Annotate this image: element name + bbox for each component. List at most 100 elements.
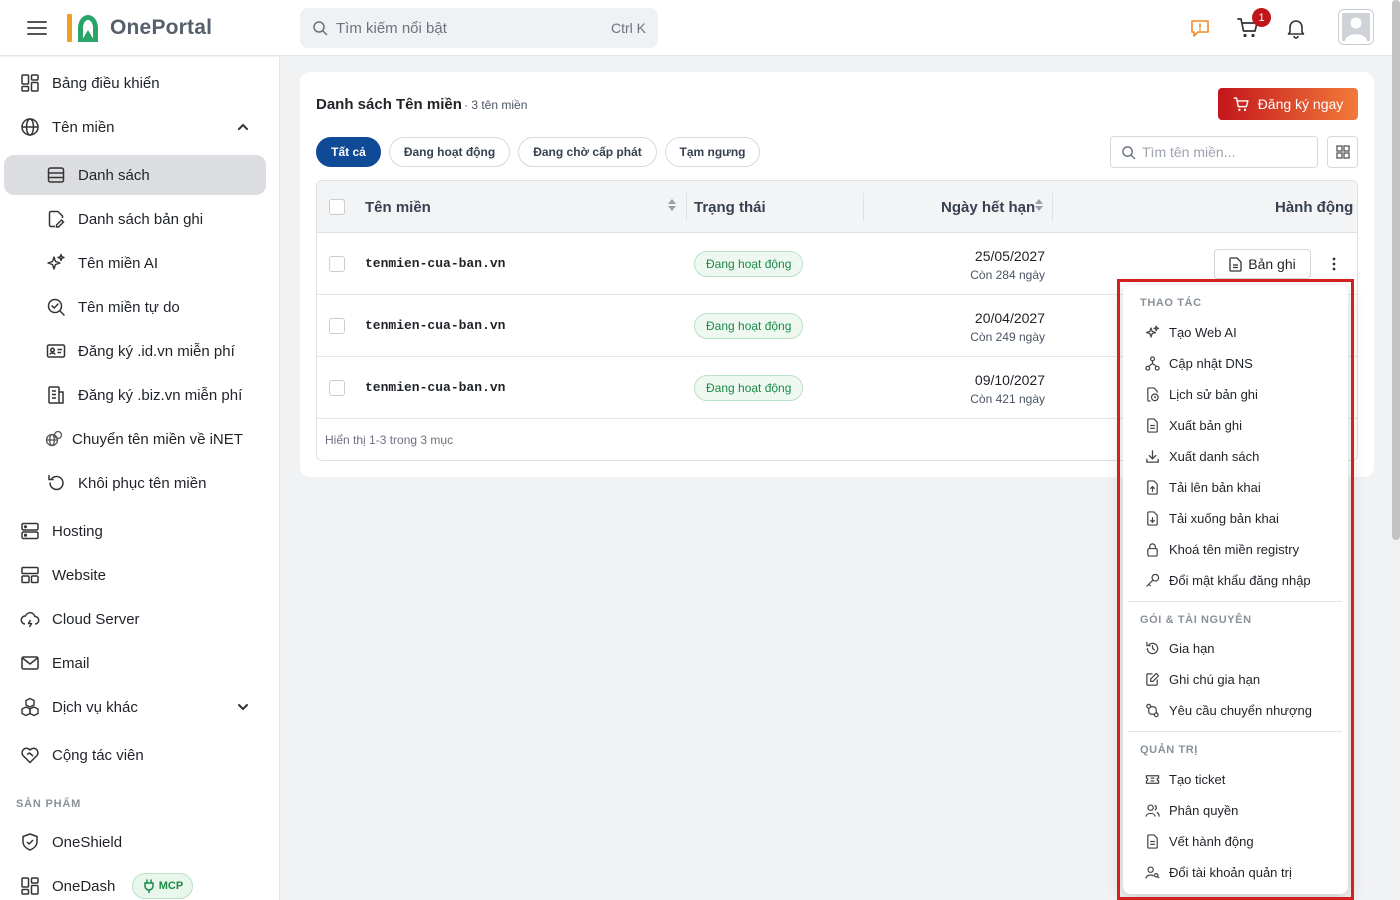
status-badge: Đang hoạt động: [694, 375, 804, 401]
menu-item-label: Vết hành động: [1169, 833, 1254, 849]
menu-item-label: Phân quyền: [1169, 802, 1239, 818]
sidebar-item-label: Khôi phục tên miền: [78, 474, 207, 492]
domain-name[interactable]: tenmien-cua-ban.vn: [365, 318, 505, 333]
sidebar-section-products: SẢN PHẨM: [16, 798, 82, 810]
sidebar-item-free-domain[interactable]: Tên miền tự do: [4, 287, 266, 327]
menu-item-switch-admin[interactable]: Đổi tài khoản quản trị: [1131, 858, 1341, 886]
users-icon: [1145, 803, 1160, 818]
sidebar-item-transfer-inet[interactable]: Chuyển tên miền về iNET: [4, 419, 266, 459]
filter-chip-all[interactable]: Tất cả: [316, 137, 381, 167]
filter-chip-pending[interactable]: Đang chờ cấp phát: [518, 137, 657, 167]
more-actions-icon[interactable]: [1327, 255, 1341, 273]
row-actions-menu: THAO TÁC Tạo Web AI Cập nhật DNS Lịch sử…: [1123, 285, 1348, 894]
menu-item-record-history[interactable]: Lịch sử bản ghi: [1131, 380, 1341, 408]
sidebar-item-record-list[interactable]: Danh sách bản ghi: [4, 199, 266, 239]
page-scrollbar[interactable]: [1392, 0, 1400, 900]
bell-icon[interactable]: [1282, 14, 1310, 42]
menu-item-activity-log[interactable]: Vết hành động: [1131, 827, 1341, 855]
id-card-icon: [46, 341, 66, 361]
grid-view-button[interactable]: [1327, 136, 1358, 168]
plug-icon: [142, 879, 156, 893]
column-header-expiry[interactable]: Ngày hết hạn: [941, 199, 1035, 216]
menu-item-export-records[interactable]: Xuất bản ghi: [1131, 411, 1341, 439]
sidebar-item-register-biz-vn[interactable]: Đăng ký .biz.vn miễn phí: [4, 375, 266, 415]
menu-item-export-list[interactable]: Xuất danh sách: [1131, 442, 1341, 470]
menu-item-create-ticket[interactable]: Tạo ticket: [1131, 765, 1341, 793]
register-now-button[interactable]: Đăng ký ngay: [1218, 88, 1358, 120]
layout-icon: [20, 565, 40, 585]
key-icon: [1145, 573, 1160, 588]
file-upload-icon: [1145, 480, 1160, 495]
sidebar-item-other-services[interactable]: Dịch vụ khác: [4, 687, 266, 727]
sidebar-item-dashboard[interactable]: Bảng điều khiển: [4, 63, 266, 103]
sidebar-item-label: Email: [52, 654, 90, 672]
sidebar-item-affiliate[interactable]: Cộng tác viên: [4, 735, 266, 775]
domain-search-input[interactable]: Tìm tên miền...: [1110, 136, 1318, 168]
menu-item-label: Tạo ticket: [1169, 771, 1226, 787]
menu-item-download-declaration[interactable]: Tải xuống bản khai: [1131, 504, 1341, 532]
domain-name[interactable]: tenmien-cua-ban.vn: [365, 380, 505, 395]
filter-chip-suspended[interactable]: Tạm ngưng: [665, 137, 760, 167]
scrollbar-thumb[interactable]: [1392, 0, 1400, 540]
filter-chip-active[interactable]: Đang hoạt động: [389, 137, 510, 167]
sort-icon[interactable]: [667, 197, 677, 213]
status-badge: Đang hoạt động: [694, 313, 804, 339]
app-name: OnePortal: [110, 16, 213, 39]
column-header-status[interactable]: Trạng thái: [694, 199, 766, 216]
menu-item-label: Đổi mật khẩu đăng nhập: [1169, 572, 1311, 588]
hamburger-menu-icon[interactable]: [24, 18, 50, 38]
menu-section-actions: THAO TÁC: [1140, 297, 1202, 309]
row-checkbox[interactable]: [329, 380, 345, 396]
app-logo[interactable]: OnePortal: [64, 10, 212, 46]
domain-search-placeholder: Tìm tên miền...: [1142, 144, 1236, 160]
sidebar-item-label: Dịch vụ khác: [52, 698, 138, 716]
menu-item-update-dns[interactable]: Cập nhật DNS: [1131, 349, 1341, 377]
column-header-domain[interactable]: Tên miền: [365, 199, 431, 216]
user-avatar[interactable]: [1338, 9, 1374, 45]
status-badge: Đang hoạt động: [694, 251, 804, 277]
file-download-icon: [1145, 511, 1160, 526]
search-placeholder: Tìm kiếm nổi bật: [336, 19, 447, 37]
sidebar-item-domains[interactable]: Tên miền: [4, 107, 266, 147]
refresh-clock-icon: [1145, 641, 1160, 656]
sidebar-item-email[interactable]: Email: [4, 643, 266, 683]
menu-item-create-web-ai[interactable]: Tạo Web AI: [1131, 318, 1341, 346]
sidebar-item-oneshield[interactable]: OneShield: [4, 822, 266, 862]
menu-item-upload-declaration[interactable]: Tải lên bản khai: [1131, 473, 1341, 501]
menu-item-renewal-note[interactable]: Ghi chú gia hạn: [1131, 665, 1341, 693]
sidebar-item-restore-domain[interactable]: Khôi phục tên miền: [4, 463, 266, 503]
register-now-label: Đăng ký ngay: [1257, 96, 1344, 112]
sidebar-item-domain-list[interactable]: Danh sách: [4, 155, 266, 195]
menu-item-label: Xuất bản ghi: [1169, 417, 1243, 433]
row-checkbox[interactable]: [329, 256, 345, 272]
search-icon: [312, 20, 328, 36]
sidebar-item-label: OneShield: [52, 833, 123, 851]
menu-item-label: Tạo Web AI: [1169, 324, 1237, 340]
sort-icon[interactable]: [1034, 197, 1044, 213]
sidebar-item-website[interactable]: Website: [4, 555, 266, 595]
feedback-icon[interactable]: [1186, 14, 1214, 42]
menu-item-renew[interactable]: Gia hạn: [1131, 634, 1341, 662]
menu-item-label: Lịch sử bản ghi: [1169, 386, 1258, 402]
cart-icon[interactable]: 1: [1234, 8, 1271, 42]
sidebar-item-onedash[interactable]: OneDash MCP: [4, 866, 266, 900]
menu-item-change-password[interactable]: Đổi mật khẩu đăng nhập: [1131, 566, 1341, 594]
domain-name[interactable]: tenmien-cua-ban.vn: [365, 256, 505, 271]
menu-item-transfer-request[interactable]: Yêu cầu chuyển nhượng: [1131, 696, 1341, 724]
column-divider: [863, 193, 864, 221]
menu-item-lock-registry[interactable]: Khoá tên miền registry: [1131, 535, 1341, 563]
sidebar-item-register-id-vn[interactable]: Đăng ký .id.vn miễn phí: [4, 331, 266, 371]
menu-item-permissions[interactable]: Phân quyền: [1131, 796, 1341, 824]
sidebar-item-hosting[interactable]: Hosting: [4, 511, 266, 551]
file-text-icon: [1229, 256, 1242, 272]
global-search[interactable]: Tìm kiếm nổi bật Ctrl K: [300, 8, 658, 48]
list-table-icon: [46, 165, 66, 185]
row-checkbox[interactable]: [329, 318, 345, 334]
page-title: Danh sách Tên miền: [316, 96, 462, 113]
mail-icon: [20, 653, 40, 673]
records-button[interactable]: Bản ghi: [1214, 249, 1311, 279]
select-all-checkbox[interactable]: [329, 199, 345, 215]
sidebar-item-ai-domain[interactable]: Tên miền AI: [4, 243, 266, 283]
sidebar-item-cloud-server[interactable]: Cloud Server: [4, 599, 266, 639]
sidebar-item-label: Cloud Server: [52, 610, 140, 628]
